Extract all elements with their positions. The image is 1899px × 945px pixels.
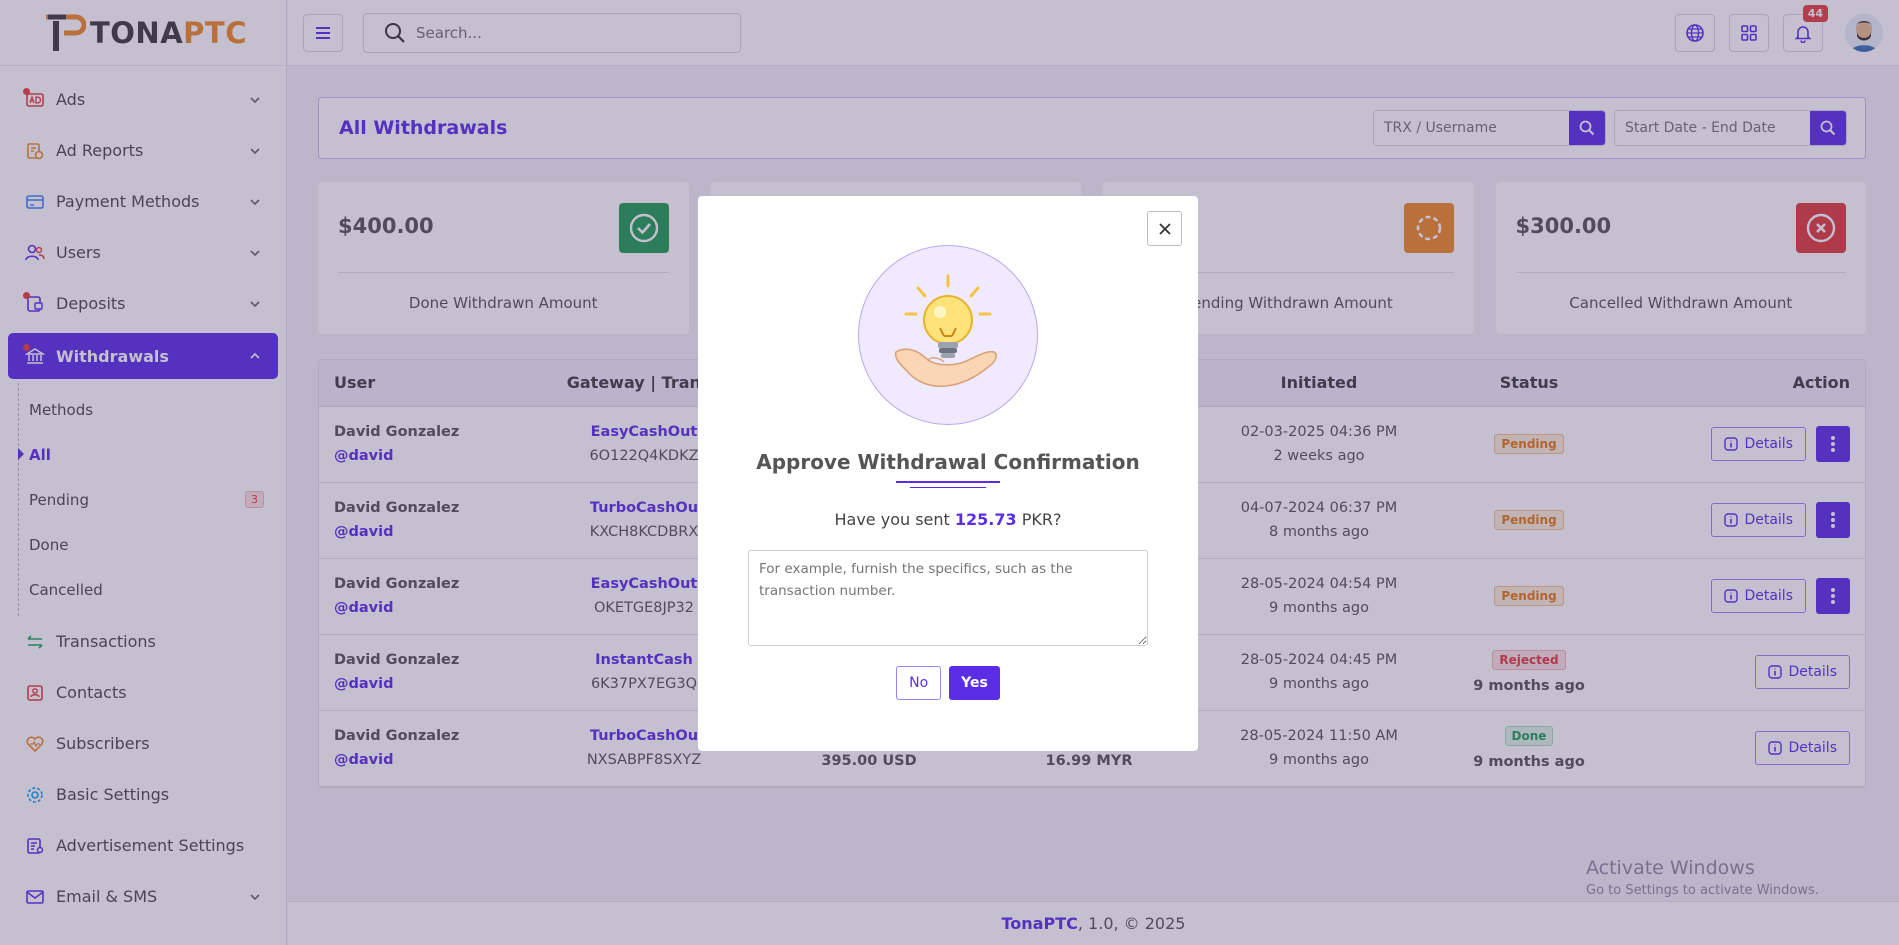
modal-close-button[interactable]	[1147, 211, 1182, 246]
question-suffix: PKR?	[1016, 510, 1062, 529]
lightbulb-hand-icon	[858, 245, 1038, 425]
modal-backdrop[interactable]: Approve Withdrawal Confirmation Have you…	[0, 0, 1899, 945]
approval-details-textarea[interactable]	[748, 550, 1148, 646]
question-amount: 125.73	[954, 510, 1017, 529]
modal-title: Approve Withdrawal Confirmation	[756, 450, 1140, 474]
yes-button[interactable]: Yes	[949, 666, 1000, 700]
question-prefix: Have you sent	[834, 510, 955, 529]
no-button[interactable]: No	[896, 666, 942, 700]
modal-actions: No Yes	[698, 666, 1198, 700]
modal-question: Have you sent 125.73 PKR?	[698, 510, 1198, 529]
approve-withdrawal-modal: Approve Withdrawal Confirmation Have you…	[698, 196, 1198, 751]
close-icon	[1158, 222, 1171, 235]
